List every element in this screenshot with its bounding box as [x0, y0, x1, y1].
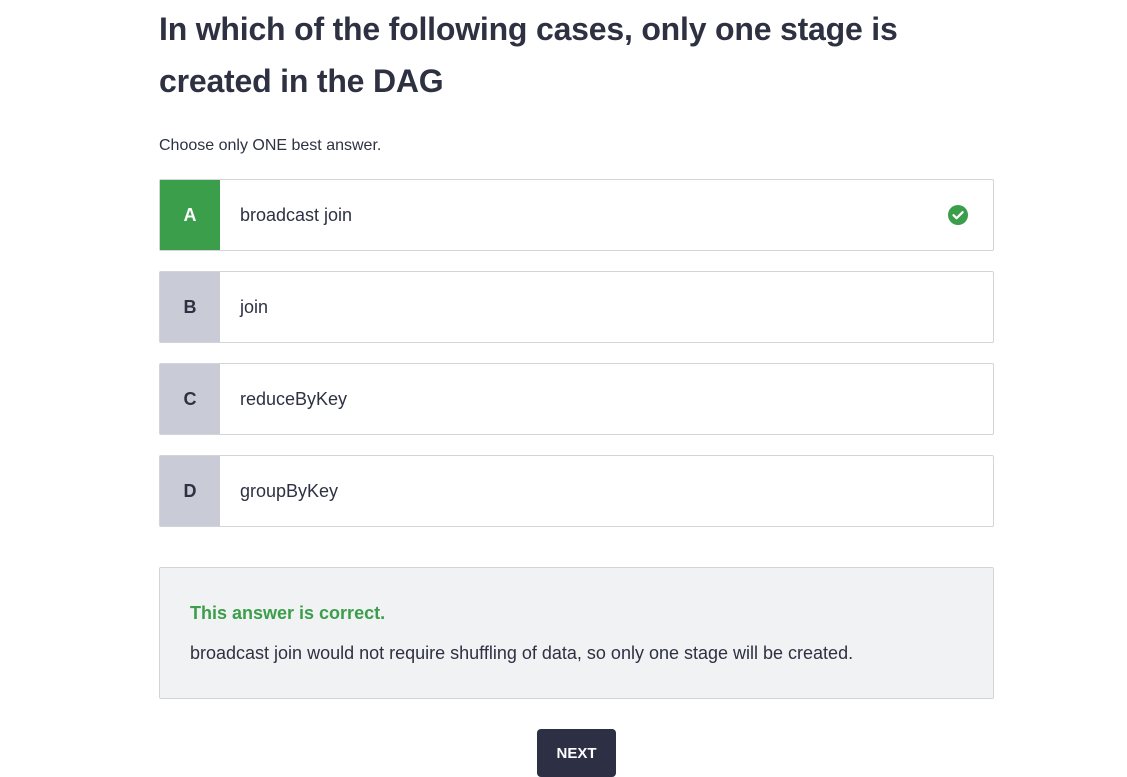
check-circle-icon: [948, 205, 968, 225]
next-button[interactable]: NEXT: [537, 729, 616, 777]
option-letter: A: [160, 180, 220, 250]
option-b[interactable]: B join: [159, 271, 994, 343]
question-instruction: Choose only ONE best answer.: [159, 137, 382, 154]
option-text: join: [240, 296, 269, 317]
answer-feedback: This answer is correct. broadcast join w…: [159, 567, 994, 699]
option-letter: C: [160, 364, 220, 434]
option-d[interactable]: D groupByKey: [159, 455, 994, 527]
option-text: groupByKey: [240, 480, 339, 501]
option-text: broadcast join: [240, 204, 353, 225]
feedback-explanation: broadcast join would not require shuffli…: [190, 643, 854, 663]
feedback-verdict: This answer is correct.: [190, 603, 386, 623]
question-title: In which of the following cases, only on…: [159, 11, 898, 99]
option-a[interactable]: A broadcast join: [159, 179, 994, 251]
option-letter: D: [160, 456, 220, 526]
option-text: reduceByKey: [240, 388, 348, 409]
option-letter: B: [160, 272, 220, 342]
option-c[interactable]: C reduceByKey: [159, 363, 994, 435]
